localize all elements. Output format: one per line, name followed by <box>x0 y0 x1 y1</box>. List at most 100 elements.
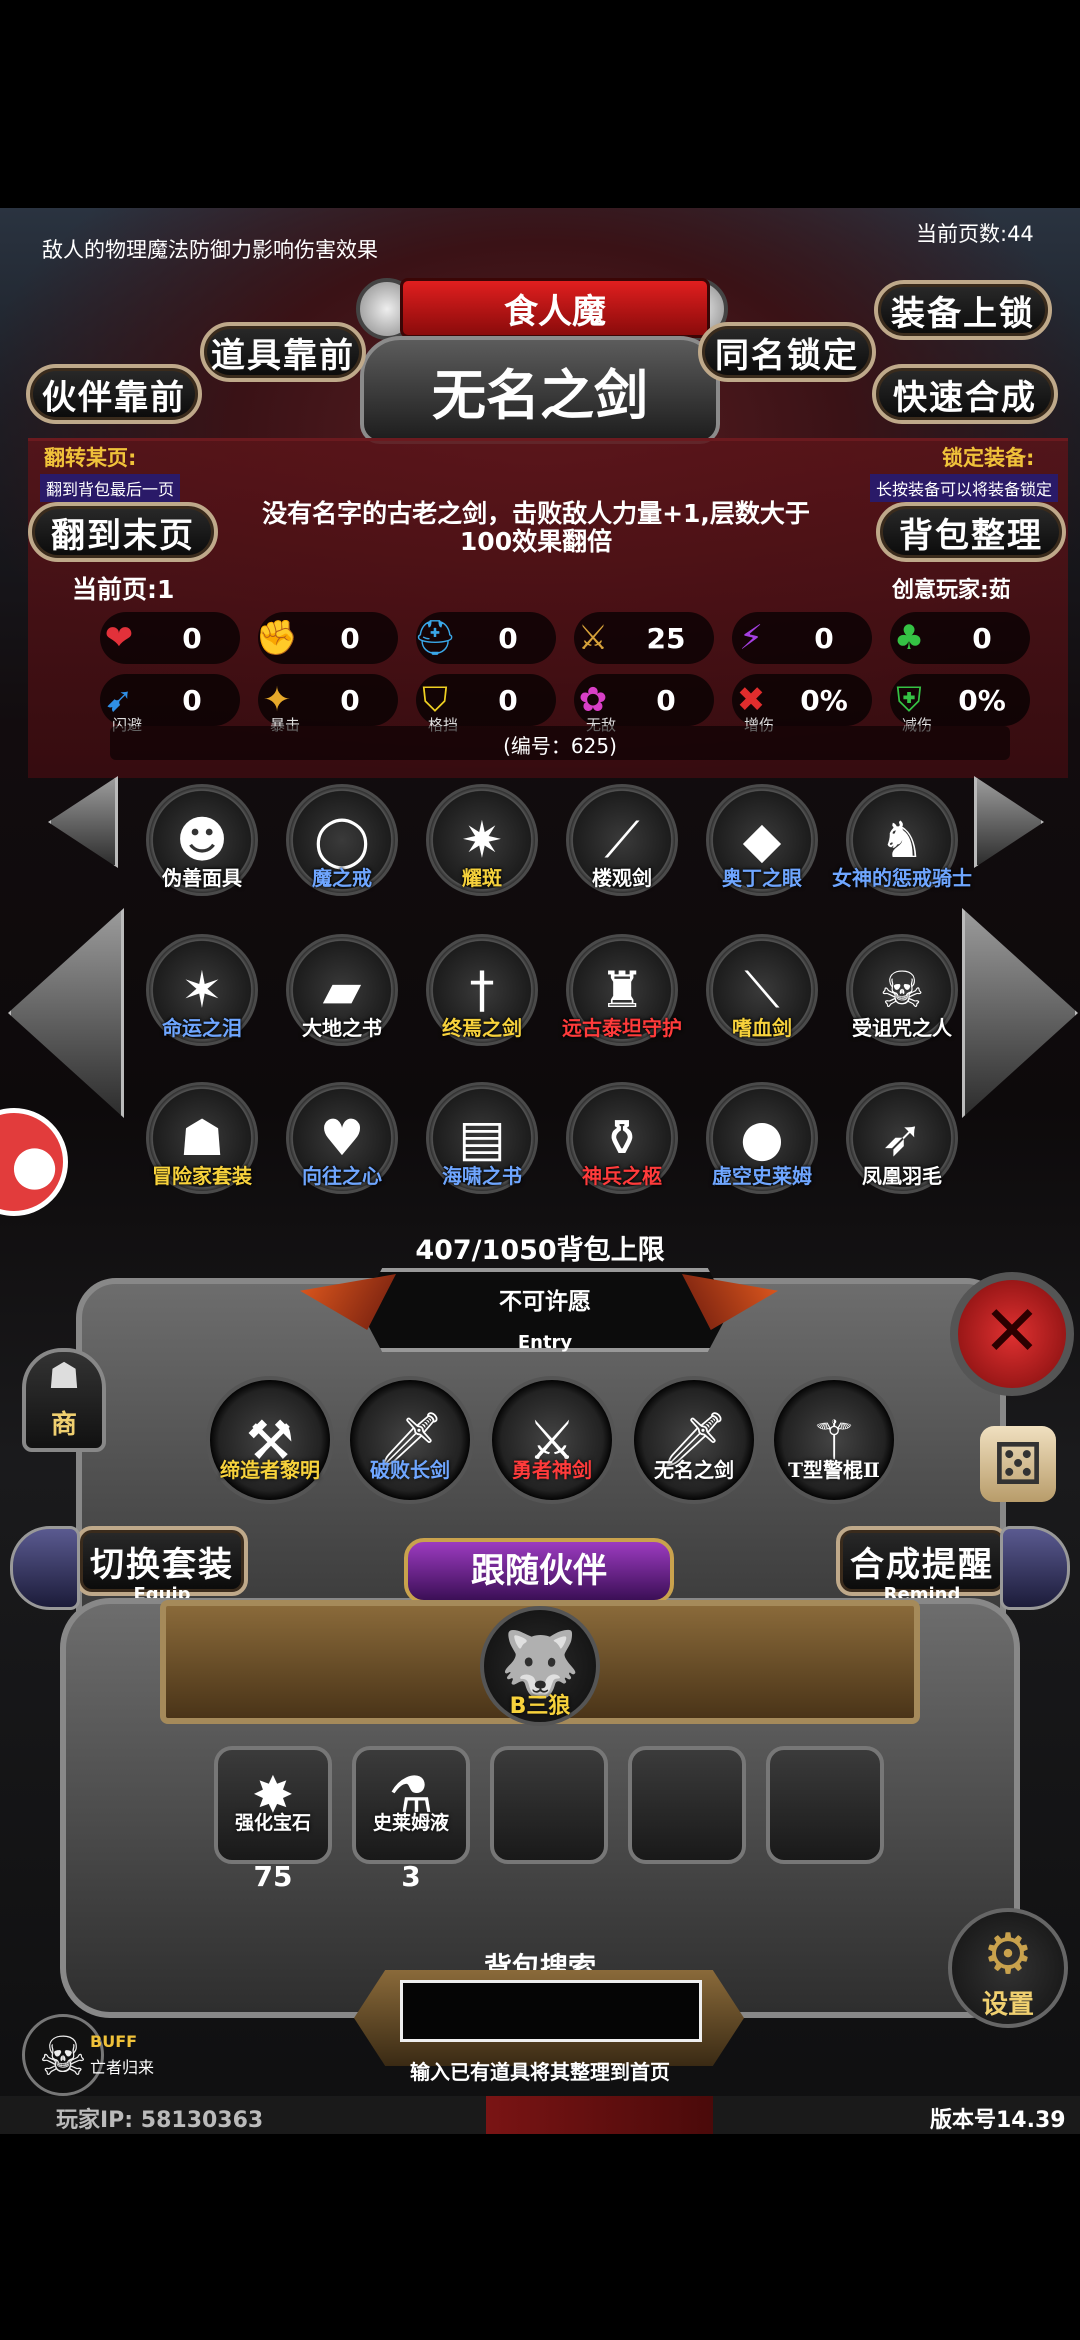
equip-slot[interactable]: ⚚ <box>770 1376 898 1504</box>
close-icon: ✕ <box>982 1290 1042 1372</box>
helmet-left-icon <box>10 1526 80 1610</box>
stat-dodge: ➹ 0 闪避 <box>100 674 240 734</box>
stat-value: 0 <box>340 683 360 717</box>
item-front-button[interactable]: 道具靠前 <box>200 322 366 382</box>
equip-slot[interactable]: 🗡 <box>346 1376 474 1504</box>
consumable-count: 75 <box>253 1860 293 1893</box>
stat-block: ⛉ 0 格挡 <box>416 674 556 734</box>
lock-equip-sub: 长按装备可以将装备锁定 <box>870 474 1059 502</box>
search-hint: 输入已有道具将其整理到首页 <box>410 2060 670 2084</box>
same-name-lock-button[interactable]: 同名锁定 <box>698 322 876 382</box>
prev-small-arrow-icon[interactable] <box>48 776 118 868</box>
search-input[interactable] <box>400 1980 702 2042</box>
bag-item[interactable]: ☗ 冒险家套装 <box>140 1082 264 1206</box>
item-code: (编号：625) <box>503 734 617 758</box>
bag-item[interactable]: ☻ 伪善面具 <box>140 784 264 908</box>
stat-sword: ⚔ 25 <box>574 612 714 664</box>
stat-crit: ✦ 0 暴击 <box>258 674 398 734</box>
bag-sort-button[interactable]: 背包整理 <box>876 502 1066 562</box>
stat-value: 0 <box>182 621 202 655</box>
current-page: 当前页:1 <box>72 575 175 604</box>
equip-name: T型警棍Ⅱ <box>788 1458 880 1482</box>
stat-invincible: ✿ 0 无敌 <box>574 674 714 734</box>
consumable-count: 3 <box>401 1860 421 1893</box>
stat-value: 0 <box>498 621 518 655</box>
heart-icon: ❤ <box>104 618 134 658</box>
bag-item[interactable]: ⟋ 楼观剑 <box>560 784 684 908</box>
sword-icon: ⚔ <box>577 618 609 658</box>
consumable-slot[interactable]: ⚗ <box>352 1746 470 1864</box>
stat-value: 0% <box>800 683 848 717</box>
stat-helmet: ⛑ 0 <box>413 612 556 664</box>
hint-text: 敌人的物理魔法防御力影响伤害效果 <box>42 238 378 262</box>
bag-limit: 407/1050背包上限 <box>415 1235 665 1266</box>
lock-equip-label: 锁定装备: <box>942 446 1035 470</box>
partner-front-button[interactable]: 伙伴靠前 <box>26 364 202 424</box>
equip-slot[interactable]: 🗡 <box>630 1376 758 1504</box>
stat-value: 0 <box>656 683 676 717</box>
page-flip-label: 翻转某页: <box>44 446 137 470</box>
empty-slot[interactable] <box>490 1746 608 1864</box>
stat-damage-up: ✖ 0% 增伤 <box>732 674 872 734</box>
dice-icon[interactable]: ⚄ <box>980 1426 1056 1502</box>
stat-damage-down: ⛨ 0% 减伤 <box>890 674 1030 734</box>
equip-lock-button[interactable]: 装备上锁 <box>874 280 1052 340</box>
avatar-button[interactable]: ● <box>0 1108 68 1216</box>
stat-value: 0 <box>340 621 360 655</box>
bag-item[interactable]: ♥ 向往之心 <box>280 1082 404 1206</box>
to-last-page-button[interactable]: 翻到末页 <box>28 502 218 562</box>
bag-item[interactable]: † 终焉之剑 <box>420 934 544 1058</box>
page-count: 当前页数:44 <box>916 222 1034 246</box>
helmet-icon: ⛑ <box>413 618 457 658</box>
stat-clover: ♣ 0 <box>890 612 1030 664</box>
equip-slot[interactable]: ⚔ <box>488 1376 616 1504</box>
bag-item[interactable]: ● 虚空史莱姆 <box>700 1082 824 1206</box>
user-icon: ● <box>11 1133 59 1196</box>
buff-name: 亡者归来 <box>90 2058 155 2077</box>
bag-item[interactable]: ☠ 受诅咒之人 <box>840 934 964 1058</box>
shop-label: 商 <box>50 1410 77 1440</box>
settings-label: 设置 <box>981 1990 1034 2020</box>
consumable-slot[interactable]: ✸ <box>214 1746 332 1864</box>
page-flip-sub: 翻到背包最后一页 <box>40 474 181 502</box>
stat-value: 0 <box>182 683 202 717</box>
consumable-name: 强化宝石 <box>234 1812 311 1834</box>
bag-item[interactable]: ♜ 远古泰坦守护 <box>560 934 684 1058</box>
clover-icon: ♣ <box>893 618 925 658</box>
empty-slot[interactable] <box>628 1746 746 1864</box>
entry-sub: Entry <box>517 1332 573 1353</box>
enemy-name: 食人魔 <box>400 278 710 338</box>
buff-label: BUFF <box>90 2032 138 2051</box>
bag-item[interactable]: ✶ 命运之泪 <box>140 934 264 1058</box>
switch-set-label: 切换套装 <box>90 1544 234 1585</box>
stat-value: 0% <box>958 683 1006 717</box>
close-button[interactable]: ✕ <box>950 1272 1074 1396</box>
item-name: 女神的惩戒骑士 <box>832 866 972 890</box>
follow-partner-title: 跟随伙伴 <box>404 1538 674 1604</box>
bag-item[interactable]: ◆ 奥丁之眼 <box>700 784 824 908</box>
item-name: 受诅咒之人 <box>852 1016 952 1040</box>
bag-item[interactable]: ▤ 海啸之书 <box>420 1082 544 1206</box>
item-title: 无名之剑 <box>360 336 720 444</box>
item-description: 没有名字的古老之剑，击败敌人力量+1,层数大于100效果翻倍 <box>262 499 810 556</box>
bag-item[interactable]: ▰ 大地之书 <box>280 934 404 1058</box>
partner-name: B三狼 <box>509 1694 571 1719</box>
bag-item[interactable]: ⟍ 嗜血剑 <box>700 934 824 1058</box>
bag-item[interactable]: ⚱ 神兵之柩 <box>560 1082 684 1206</box>
stat-value: 0 <box>498 683 518 717</box>
quick-merge-button[interactable]: 快速合成 <box>872 364 1058 424</box>
game-screen: 敌人的物理魔法防御力影响伤害效果 当前页数:44 食人魔 无名之剑 道具靠前 伙… <box>0 208 1080 2134</box>
bag-item[interactable]: ◯ 魔之戒 <box>280 784 404 908</box>
helmet-right-icon <box>1000 1526 1070 1610</box>
equip-slot[interactable]: ⚒ <box>206 1376 334 1504</box>
bag-item[interactable]: ✷ 耀斑 <box>420 784 544 908</box>
empty-slot[interactable] <box>766 1746 884 1864</box>
item-name: 凤凰羽毛 <box>862 1164 942 1188</box>
bag-item[interactable]: ➶ 凤凰羽毛 <box>840 1082 964 1206</box>
version: 版本号14.39 <box>930 2108 1066 2133</box>
shop-button[interactable]: ☗ 商 <box>22 1348 106 1452</box>
prev-page-arrow-icon[interactable] <box>8 908 124 1118</box>
next-small-arrow-icon[interactable] <box>974 776 1044 868</box>
bag-item[interactable]: ♞ 女神的惩戒骑士 <box>832 784 972 908</box>
consumable-name: 史莱姆液 <box>372 1812 449 1834</box>
